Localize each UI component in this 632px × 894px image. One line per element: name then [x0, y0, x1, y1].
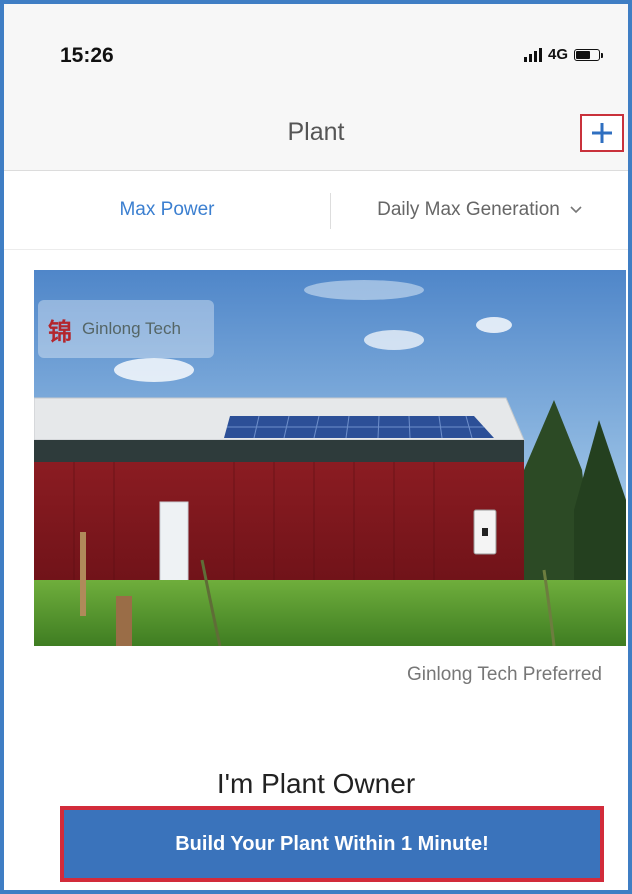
ginlong-logo-icon: 锦 [48, 316, 72, 346]
logo-text: Ginlong Tech [82, 319, 181, 338]
app-frame: 15:26 4G Plant Max Power Daily Max Gener… [0, 0, 632, 894]
nav-bar: Plant [4, 88, 628, 171]
add-plant-button[interactable] [580, 114, 624, 152]
page-title: Plant [287, 118, 345, 146]
status-bar: 15:26 4G [4, 4, 628, 88]
tab-daily-max-generation[interactable]: Daily Max Generation [331, 171, 628, 249]
network-label: 4G [547, 46, 568, 63]
status-time: 15:26 [60, 44, 114, 67]
signal-icon [523, 47, 542, 62]
plus-icon [592, 123, 612, 143]
owner-title: I'm Plant Owner [216, 768, 416, 799]
tab-max-power[interactable]: Max Power [4, 171, 330, 249]
plant-card[interactable]: 锦 Ginlong Tech [34, 270, 626, 646]
chevron-down-icon [570, 206, 582, 214]
build-plant-button[interactable]: Build Your Plant Within 1 Minute! [60, 806, 604, 882]
ginlong-logo-badge: 锦 Ginlong Tech [38, 300, 214, 358]
main-content: 锦 Ginlong Tech Ginlong Tech Preferred I'… [4, 250, 628, 890]
status-indicators: 4G [523, 46, 603, 63]
tab-daily-max-generation-label: Daily Max Generation [377, 199, 560, 220]
sort-tabs: Max Power Daily Max Generation [4, 171, 628, 250]
battery-icon [574, 48, 603, 61]
plant-caption: Ginlong Tech Preferred [406, 664, 602, 685]
